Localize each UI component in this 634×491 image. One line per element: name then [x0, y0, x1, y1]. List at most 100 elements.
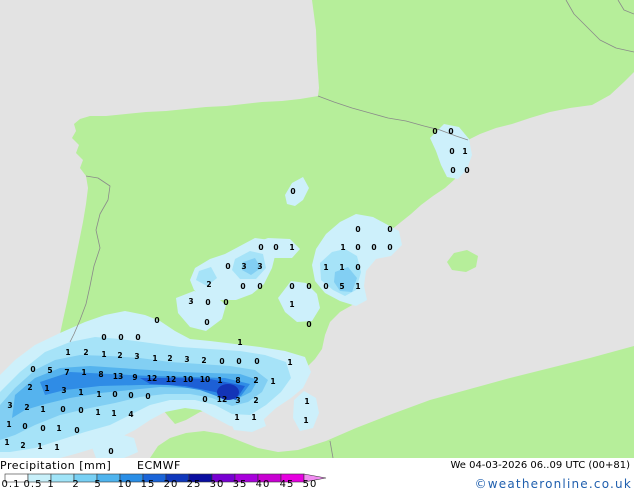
precip-value-label: 0	[135, 333, 140, 342]
precip-value-label: 1	[462, 147, 467, 156]
color-scale-tick: 30	[209, 479, 225, 490]
precip-value-label: 3	[7, 401, 12, 410]
precip-value-label: 0	[30, 365, 35, 374]
precip-value-label: 0	[40, 424, 45, 433]
precip-value-label: 8	[235, 376, 240, 385]
precip-value-label: 0	[240, 282, 245, 291]
precip-value-label: 0	[450, 166, 455, 175]
precip-value-label: 1	[111, 409, 116, 418]
precip-value-label: 1	[303, 416, 308, 425]
precip-value-label: 0	[236, 357, 241, 366]
precip-value-label: 0	[449, 147, 454, 156]
precip-value-label: 3	[241, 262, 246, 271]
precip-value-label: 0	[128, 391, 133, 400]
precip-value-label: 1	[339, 263, 344, 272]
precip-value-label: 10	[183, 375, 193, 384]
color-scale-tick: 40	[255, 479, 271, 490]
precip-value-label: 2	[117, 351, 122, 360]
weather-map: 0001000000011000033110200000513001000000…	[0, 0, 634, 458]
precip-value-label: 5	[47, 366, 52, 375]
precip-value-label: 0	[108, 447, 113, 456]
precip-value-label: 0	[432, 127, 437, 136]
map-canvas: 0 00 10 000 00 0 1 1 0 0 00 3 3 1 1 02 0 0 0 0 0 5 13 0 0 10 0 00 0 0…	[0, 0, 634, 458]
precip-value-label: 0	[306, 320, 311, 329]
precip-value-label: 1	[95, 408, 100, 417]
color-scale-tick: 1	[47, 479, 55, 490]
valid-time: We 04-03-2026 06..09 UTC (00+81)	[450, 460, 630, 471]
precip-value-label: 0	[223, 298, 228, 307]
color-scale-tick: 0.5	[23, 479, 43, 490]
precip-value-label: 0	[202, 395, 207, 404]
precip-value-label: 0	[258, 243, 263, 252]
precip-value-label: 0	[387, 243, 392, 252]
color-scale-tick: 2	[72, 479, 80, 490]
precip-value-label: 1	[152, 354, 157, 363]
precip-value-label: 0	[289, 282, 294, 291]
precip-value-label: 1	[304, 397, 309, 406]
precip-value-label: 2	[167, 354, 172, 363]
precip-value-label: 1	[78, 388, 83, 397]
precip-value-label: 1	[96, 390, 101, 399]
precip-value-label: 0	[371, 243, 376, 252]
precip-value-label: 0	[112, 390, 117, 399]
precip-value-label: 1	[323, 263, 328, 272]
precip-value-label: 0	[448, 127, 453, 136]
precip-value-label: 12	[166, 375, 176, 384]
precip-value-label: 0	[323, 282, 328, 291]
precip-value-label: 9	[132, 373, 137, 382]
color-scale-tick: 20	[163, 479, 179, 490]
precip-value-label: 2	[253, 376, 258, 385]
precip-value-label: 0	[101, 333, 106, 342]
precip-value-label: 0	[306, 282, 311, 291]
precip-value-label: 1	[270, 377, 275, 386]
precip-value-label: 2	[201, 356, 206, 365]
precip-value-label: 5	[339, 282, 344, 291]
precip-value-label: 1	[237, 338, 242, 347]
precip-value-label: 0	[225, 262, 230, 271]
precip-value-label: 0	[290, 187, 295, 196]
precip-value-label: 10	[200, 375, 210, 384]
precip-value-label: 0	[145, 392, 150, 401]
color-scale-tick: 5	[94, 479, 102, 490]
precip-value-label: 0	[78, 406, 83, 415]
precip-value-label: 3	[61, 386, 66, 395]
precip-value-label: 7	[64, 368, 69, 377]
precip-value-label: 1	[355, 282, 360, 291]
precip-value-label: 0	[60, 405, 65, 414]
precip-value-label: 0	[355, 263, 360, 272]
precip-value-label: 1	[44, 384, 49, 393]
precip-value-label: 1	[251, 413, 256, 422]
precip-value-label: 8	[98, 370, 103, 379]
precip-value-label: 0	[273, 243, 278, 252]
precip-value-label: 4	[128, 410, 133, 419]
precip-value-label: 1	[81, 368, 86, 377]
color-scale-tick: 45	[279, 479, 295, 490]
precip-value-label: 1	[287, 358, 292, 367]
precip-value-label: 1	[340, 243, 345, 252]
color-scale-tick: 25	[186, 479, 202, 490]
legend-title: Precipitation [mm]	[0, 459, 112, 472]
color-scale-tick: 10	[117, 479, 133, 490]
precip-value-label: 1	[101, 350, 106, 359]
precip-value-label: 3	[134, 352, 139, 361]
precip-value-label: 1	[4, 438, 9, 447]
precip-value-label: 2	[27, 383, 32, 392]
precip-value-label: 0	[204, 318, 209, 327]
precip-value-label: 0	[154, 316, 159, 325]
model-name: ECMWF	[137, 459, 181, 472]
precip-value-label: 0	[257, 282, 262, 291]
precip-value-label: 12	[147, 374, 157, 383]
precip-value-label: 2	[83, 348, 88, 357]
legend-bar: Precipitation [mm] ECMWF We 04-03-2026 0…	[0, 458, 634, 490]
precip-value-label: 3	[235, 396, 240, 405]
precip-value-label: 3	[184, 355, 189, 364]
precip-value-label: 1	[56, 424, 61, 433]
precip-value-label: 3	[188, 297, 193, 306]
precip-value-label: 1	[289, 300, 294, 309]
precip-value-label: 2	[206, 280, 211, 289]
precip-value-label: 0	[205, 298, 210, 307]
precip-value-label: 1	[217, 376, 222, 385]
precip-value-label: 0	[387, 225, 392, 234]
precip-value-label: 0	[74, 426, 79, 435]
color-scale-tick: 35	[232, 479, 248, 490]
